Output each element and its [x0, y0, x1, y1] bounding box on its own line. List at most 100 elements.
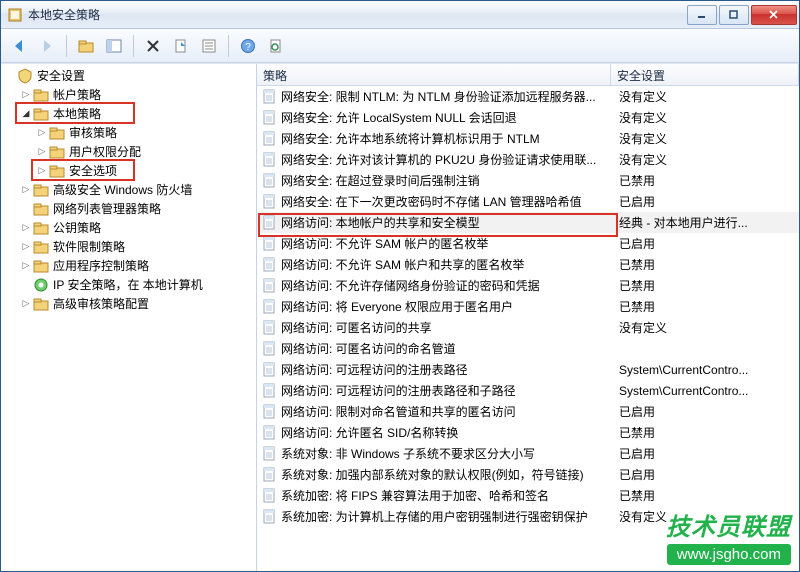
list-row[interactable]: 网络访问: 不允许存储网络身份验证的密码和凭据已禁用 — [257, 275, 799, 296]
policy-cell: 网络访问: 不允许 SAM 帐户和共享的匿名枚举 — [281, 256, 615, 273]
tree-node[interactable]: ▷ 软件限制策略 — [1, 237, 256, 256]
list-row[interactable]: 网络访问: 不允许 SAM 帐户的匿名枚举已启用 — [257, 233, 799, 254]
setting-cell: 没有定义 — [615, 508, 799, 525]
tree-node[interactable]: ▷公钥策略 — [1, 218, 256, 237]
tree-root[interactable]: 安全设置 — [1, 66, 256, 85]
setting-cell: 已启用 — [615, 403, 799, 420]
folder-icon — [33, 239, 49, 255]
policy-icon — [261, 362, 277, 378]
expand-icon[interactable]: ▷ — [35, 146, 49, 157]
policy-cell: 系统对象: 加强内部系统对象的默认权限(例如，符号链接) — [281, 466, 615, 483]
list-body[interactable]: 网络安全: 限制 NTLM: 为 NTLM 身份验证添加远程服务器...没有定义… — [257, 86, 799, 571]
policy-icon — [261, 488, 277, 504]
delete-button[interactable] — [141, 34, 165, 58]
export-button[interactable] — [169, 34, 193, 58]
policy-cell: 网络访问: 可远程访问的注册表路径 — [281, 361, 615, 378]
list-row[interactable]: 系统加密: 为计算机上存储的用户密钥强制进行强密钥保护没有定义 — [257, 506, 799, 527]
list-row[interactable]: 网络安全: 限制 NTLM: 为 NTLM 身份验证添加远程服务器...没有定义 — [257, 86, 799, 107]
tree-node-label: 本地策略 — [53, 105, 101, 122]
app-icon — [7, 7, 23, 23]
list-row[interactable]: 系统加密: 将 FIPS 兼容算法用于加密、哈希和签名已禁用 — [257, 485, 799, 506]
list-row[interactable]: 网络安全: 允许本地系统将计算机标识用于 NTLM没有定义 — [257, 128, 799, 149]
list-row[interactable]: 网络安全: 允许 LocalSystem NULL 会话回退没有定义 — [257, 107, 799, 128]
up-button[interactable] — [74, 34, 98, 58]
tree-node[interactable]: ▷应用程序控制策略 — [1, 256, 256, 275]
back-button[interactable] — [7, 34, 31, 58]
list-row[interactable]: 网络访问: 可远程访问的注册表路径System\CurrentContro... — [257, 359, 799, 380]
policy-icon — [261, 446, 277, 462]
list-row[interactable]: 网络访问: 不允许 SAM 帐户和共享的匿名枚举已禁用 — [257, 254, 799, 275]
list-row[interactable]: 网络安全: 允许对该计算机的 PKU2U 身份验证请求使用联...没有定义 — [257, 149, 799, 170]
policy-cell: 网络安全: 允许对该计算机的 PKU2U 身份验证请求使用联... — [281, 151, 615, 168]
column-header-policy[interactable]: 策略 — [257, 64, 611, 85]
show-hide-tree-button[interactable] — [102, 34, 126, 58]
tree-pane[interactable]: 安全设置 ▷帐户策略◢本地策略▷审核策略▷用户权限分配▷安全选项▷高级安全 Wi… — [1, 64, 257, 571]
policy-icon — [261, 257, 277, 273]
policy-icon — [261, 509, 277, 525]
tree-node[interactable]: ▷ 高级安全 Windows 防火墙 — [1, 180, 256, 199]
policy-cell: 网络安全: 在下一次更改密码时不存储 LAN 管理器哈希值 — [281, 193, 615, 210]
expand-icon[interactable]: ▷ — [19, 260, 33, 271]
properties-button[interactable] — [197, 34, 221, 58]
list-row[interactable]: 网络访问: 将 Everyone 权限应用于匿名用户已禁用 — [257, 296, 799, 317]
list-row[interactable]: 网络访问: 允许匿名 SID/名称转换已禁用 — [257, 422, 799, 443]
setting-cell: 没有定义 — [615, 151, 799, 168]
expand-icon[interactable]: ▷ — [35, 165, 49, 176]
setting-cell: System\CurrentContro... — [615, 363, 799, 377]
list-row[interactable]: 网络安全: 在下一次更改密码时不存储 LAN 管理器哈希值已启用 — [257, 191, 799, 212]
list-row[interactable]: 网络访问: 可匿名访问的共享没有定义 — [257, 317, 799, 338]
setting-cell: 已启用 — [615, 445, 799, 462]
tree-node-label: 高级安全 Windows 防火墙 — [53, 181, 192, 198]
refresh-button[interactable] — [264, 34, 288, 58]
expand-icon[interactable]: ▷ — [19, 241, 33, 252]
folder-icon — [49, 163, 65, 179]
tree-node[interactable]: ▷帐户策略 — [1, 85, 256, 104]
tree-node[interactable]: ▷高级审核策略配置 — [1, 294, 256, 313]
policy-icon — [261, 341, 277, 357]
expand-icon[interactable]: ▷ — [35, 127, 49, 138]
policy-cell: 网络访问: 将 Everyone 权限应用于匿名用户 — [281, 298, 615, 315]
close-button[interactable] — [751, 5, 797, 25]
list-row[interactable]: 网络安全: 在超过登录时间后强制注销已禁用 — [257, 170, 799, 191]
tree-node-label: 软件限制策略 — [53, 238, 125, 255]
list-row[interactable]: 网络访问: 本地帐户的共享和安全模型经典 - 对本地用户进行... — [257, 212, 799, 233]
tree-node[interactable]: ◢ 本地策略 — [1, 104, 256, 123]
help-button[interactable]: ? — [236, 34, 260, 58]
column-header-setting[interactable]: 安全设置 — [611, 64, 799, 85]
list-row[interactable]: 网络访问: 限制对命名管道和共享的匿名访问已启用 — [257, 401, 799, 422]
expand-icon[interactable]: ▷ — [19, 89, 33, 100]
collapse-icon[interactable]: ◢ — [19, 108, 33, 119]
expand-icon[interactable]: ▷ — [19, 184, 33, 195]
svg-text:?: ? — [245, 42, 251, 53]
setting-cell: 已启用 — [615, 466, 799, 483]
policy-icon — [261, 404, 277, 420]
list-row[interactable]: 网络访问: 可匿名访问的命名管道 — [257, 338, 799, 359]
setting-cell: 已禁用 — [615, 298, 799, 315]
expand-icon[interactable]: ▷ — [19, 298, 33, 309]
minimize-button[interactable] — [687, 5, 717, 25]
policy-cell: 系统加密: 将 FIPS 兼容算法用于加密、哈希和签名 — [281, 487, 615, 504]
tree-node[interactable]: ▷用户权限分配 — [1, 142, 256, 161]
list-row[interactable]: 系统对象: 加强内部系统对象的默认权限(例如，符号链接)已启用 — [257, 464, 799, 485]
folder-icon — [33, 201, 49, 217]
expand-icon[interactable]: ▷ — [19, 222, 33, 233]
tree-node[interactable]: IP 安全策略，在 本地计算机 — [1, 275, 256, 294]
forward-button[interactable] — [35, 34, 59, 58]
policy-cell: 系统对象: 非 Windows 子系统不要求区分大小写 — [281, 445, 615, 462]
content-area: 安全设置 ▷帐户策略◢本地策略▷审核策略▷用户权限分配▷安全选项▷高级安全 Wi… — [1, 63, 799, 571]
folder-icon — [33, 296, 49, 312]
tree-node[interactable]: 网络列表管理器策略 — [1, 199, 256, 218]
folder-icon — [33, 87, 49, 103]
policy-icon — [261, 320, 277, 336]
policy-cell: 网络访问: 本地帐户的共享和安全模型 — [281, 214, 615, 231]
toolbar-separator — [66, 35, 67, 57]
policy-cell: 网络访问: 允许匿名 SID/名称转换 — [281, 424, 615, 441]
list-row[interactable]: 网络访问: 可远程访问的注册表路径和子路径System\CurrentContr… — [257, 380, 799, 401]
list-pane: 策略 安全设置 网络安全: 限制 NTLM: 为 NTLM 身份验证添加远程服务… — [257, 64, 799, 571]
maximize-button[interactable] — [719, 5, 749, 25]
folder-icon — [49, 144, 65, 160]
tree-node[interactable]: ▷审核策略 — [1, 123, 256, 142]
list-row[interactable]: 系统对象: 非 Windows 子系统不要求区分大小写已启用 — [257, 443, 799, 464]
setting-cell: 没有定义 — [615, 109, 799, 126]
tree-node[interactable]: ▷安全选项 — [1, 161, 256, 180]
